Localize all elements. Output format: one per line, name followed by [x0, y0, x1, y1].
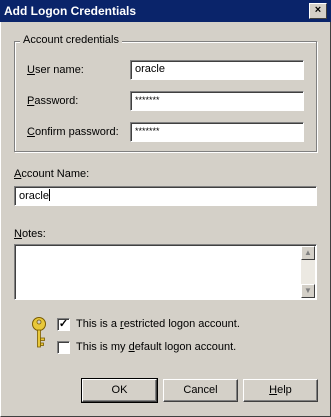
- help-button[interactable]: Help: [243, 379, 318, 402]
- account-name-label: Account Name:: [14, 168, 90, 180]
- default-label[interactable]: This is my default logon account.: [76, 341, 236, 353]
- confirm-password-input[interactable]: *******: [130, 122, 304, 142]
- password-label: Password:: [27, 95, 79, 107]
- restricted-label[interactable]: This is a restricted logon account.: [76, 318, 240, 330]
- scroll-up-arrow-icon[interactable]: ▲: [301, 246, 315, 260]
- notes-textarea[interactable]: ▲ ▼: [14, 244, 317, 300]
- account-name-value: oracle: [19, 190, 49, 202]
- confirm-password-label: Confirm password:: [27, 126, 119, 138]
- key-icon: [32, 317, 46, 348]
- help-button-accelerator: H: [269, 384, 278, 396]
- scroll-down-arrow-icon[interactable]: ▼: [301, 284, 315, 298]
- window-title: Add Logon Credentials: [4, 4, 136, 18]
- user-name-input[interactable]: oracle: [130, 60, 304, 80]
- notes-scrollbar[interactable]: ▲ ▼: [301, 246, 315, 298]
- default-checkbox[interactable]: [57, 341, 70, 354]
- user-name-label: User name:: [27, 64, 84, 76]
- account-name-input[interactable]: oracle: [14, 186, 317, 206]
- restricted-checkbox[interactable]: ✓: [57, 318, 70, 331]
- cancel-button[interactable]: Cancel: [163, 379, 238, 402]
- text-caret: [48, 189, 50, 201]
- ok-button[interactable]: OK: [81, 378, 158, 403]
- titlebar[interactable]: Add Logon Credentials ×: [0, 0, 331, 22]
- close-button[interactable]: ×: [309, 3, 327, 19]
- account-credentials-legend: Account credentials: [20, 34, 122, 46]
- notes-label: Notes:: [14, 228, 46, 240]
- password-input[interactable]: *******: [130, 91, 304, 111]
- help-button-label: elp: [277, 384, 292, 396]
